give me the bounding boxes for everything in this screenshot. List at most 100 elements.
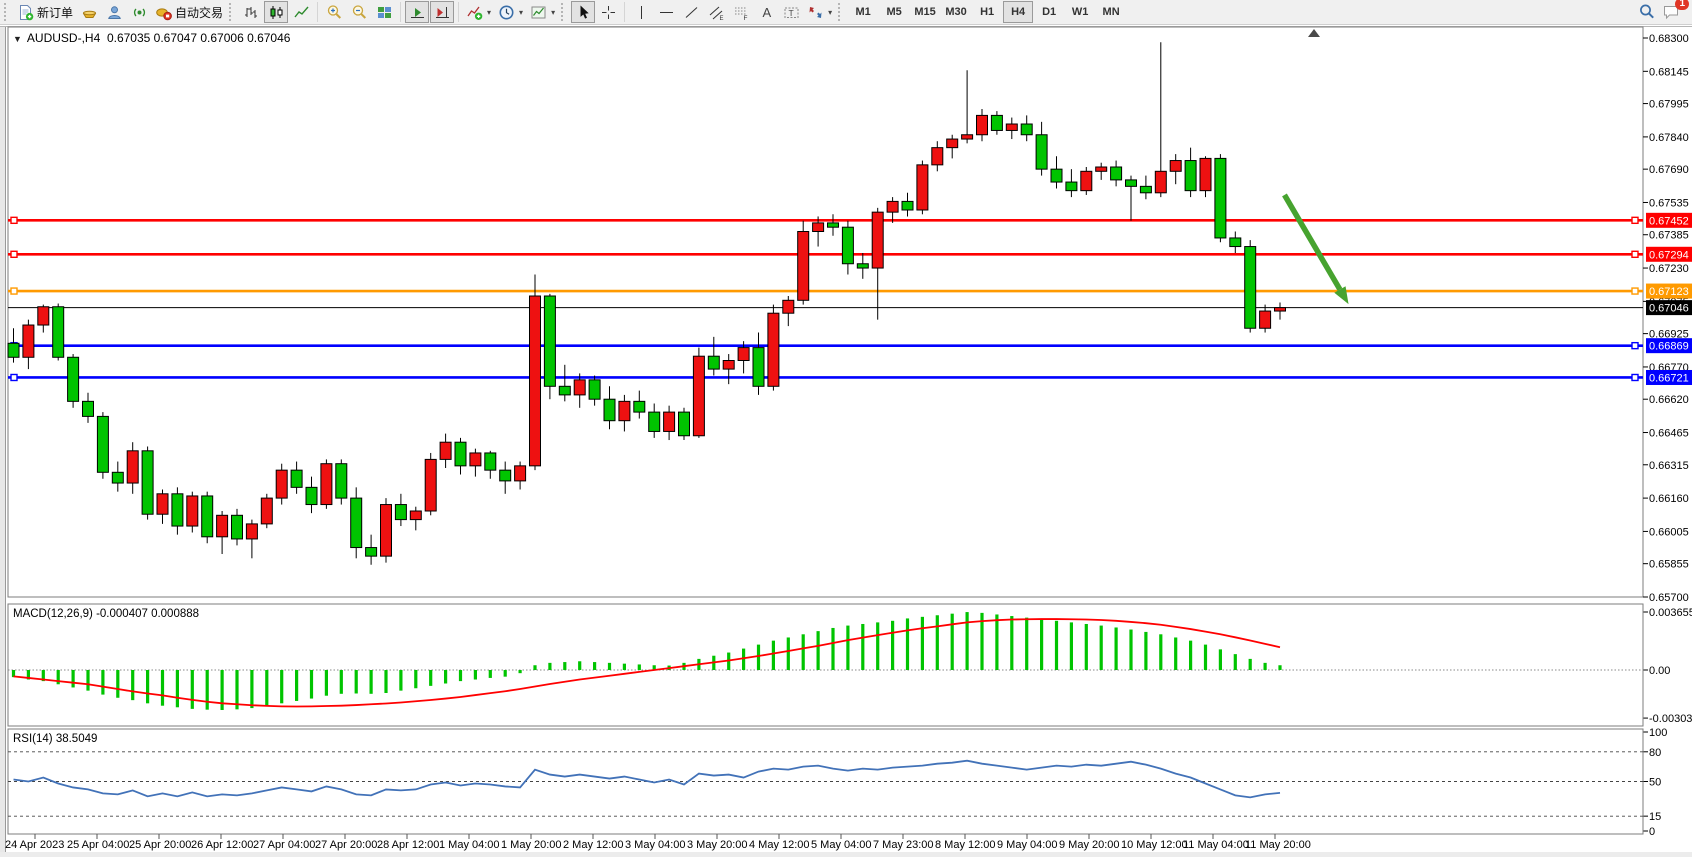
candle-body — [187, 496, 198, 526]
macd-tick-label: 0.003655 — [1649, 607, 1692, 619]
rsi-tick-label: 80 — [1649, 747, 1661, 759]
macd-panel[interactable]: MACD(12,26,9) -0.000407 0.000888 — [8, 604, 1643, 726]
candle-body — [381, 505, 392, 557]
candle-body — [455, 442, 466, 466]
candle-body — [947, 139, 958, 148]
line-anchor-right — [1632, 288, 1638, 294]
candle-body — [410, 511, 421, 520]
candle-body — [1230, 238, 1241, 247]
candle-body — [425, 459, 436, 511]
candle-body — [708, 356, 719, 369]
candle-body — [515, 466, 526, 481]
candle-body — [1215, 158, 1226, 238]
candle-body — [887, 201, 898, 212]
candle-body — [1036, 135, 1047, 169]
candle-body — [872, 212, 883, 268]
candle-body — [366, 548, 377, 557]
candle-body — [798, 232, 809, 301]
candle-body — [693, 356, 704, 436]
window-bottom-edge — [0, 852, 1692, 857]
candle-body — [53, 307, 64, 358]
candle-body — [1245, 247, 1256, 329]
time-label: 25 Apr 20:00 — [129, 839, 191, 851]
chart-symbol-period: AUDUSD-,H4 — [27, 31, 100, 45]
candle-body — [813, 223, 824, 232]
time-label: 27 Apr 20:00 — [315, 839, 377, 851]
candle-body — [500, 470, 511, 481]
time-label: 11 May 20:00 — [1245, 839, 1311, 851]
candle-body — [589, 380, 600, 399]
candle-body — [917, 165, 928, 210]
chart-title: ▼ AUDUSD-,H4 0.67035 0.67047 0.67006 0.67… — [13, 31, 290, 45]
candle-body — [768, 313, 779, 386]
chart-ohlc-values: 0.67035 0.67047 0.67006 0.67046 — [107, 31, 291, 45]
chart-canvas[interactable]: 0.683000.681450.679950.678400.676900.675… — [0, 0, 1692, 857]
candle-body — [604, 399, 615, 421]
time-label: 3 May 04:00 — [625, 839, 686, 851]
time-label: 9 May 04:00 — [997, 839, 1058, 851]
candle-body — [559, 386, 570, 395]
time-label: 2 May 12:00 — [563, 839, 624, 851]
price-line-label: 0.67452 — [1649, 215, 1689, 227]
candle-body — [1111, 167, 1122, 180]
candle-body — [306, 487, 317, 504]
candle-body — [395, 505, 406, 520]
time-label: 3 May 20:00 — [687, 839, 748, 851]
candle-body — [217, 515, 228, 537]
candle-body — [1200, 158, 1211, 190]
candle-body — [723, 361, 734, 370]
line-anchor-right — [1632, 217, 1638, 223]
candle-body — [485, 453, 496, 470]
rsi-panel[interactable]: RSI(14) 38.5049 — [8, 729, 1643, 834]
macd-tick-label: 0.00 — [1649, 665, 1670, 677]
candle-body — [530, 296, 541, 466]
time-label: 4 May 12:00 — [749, 839, 810, 851]
line-anchor-left — [11, 217, 17, 223]
time-label: 1 May 20:00 — [501, 839, 562, 851]
line-anchor-left — [11, 288, 17, 294]
candle-body — [232, 515, 243, 539]
candle-body — [157, 494, 168, 514]
main-chart-panel[interactable] — [8, 27, 1643, 597]
candle-body — [857, 264, 868, 268]
macd-tick-label: -0.00303 — [1649, 713, 1692, 725]
candle-body — [634, 401, 645, 412]
candle-body — [1260, 311, 1271, 328]
time-label: 28 Apr 12:00 — [377, 839, 439, 851]
candle-body — [172, 494, 183, 526]
price-tick-label: 0.65700 — [1649, 592, 1689, 604]
candle-body — [470, 453, 481, 466]
price-tick-label: 0.68145 — [1649, 66, 1689, 78]
line-anchor-left — [11, 374, 17, 380]
candle-body — [842, 227, 853, 264]
candle-body — [962, 135, 973, 139]
time-label: 8 May 12:00 — [935, 839, 996, 851]
price-tick-label: 0.65855 — [1649, 559, 1689, 571]
line-anchor-right — [1632, 251, 1638, 257]
price-tick-label: 0.67385 — [1649, 230, 1689, 242]
candle-body — [1096, 167, 1107, 171]
rsi-tick-label: 50 — [1649, 777, 1661, 789]
candle-body — [68, 357, 79, 401]
candle-body — [202, 496, 213, 537]
price-line-label: 0.66869 — [1649, 341, 1689, 353]
time-label: 25 Apr 04:00 — [67, 839, 129, 851]
window-left-edge — [0, 26, 5, 857]
time-label: 1 May 04:00 — [439, 839, 500, 851]
price-tick-label: 0.68300 — [1649, 33, 1689, 45]
price-tick-label: 0.67840 — [1649, 132, 1689, 144]
candle-body — [828, 223, 839, 227]
candle-body — [336, 464, 347, 498]
candle-body — [112, 472, 123, 483]
price-tick-label: 0.66005 — [1649, 526, 1689, 538]
candle-body — [664, 412, 675, 431]
candle-body — [991, 115, 1002, 130]
candle-body — [977, 115, 988, 134]
price-line-label: 0.67123 — [1649, 286, 1689, 298]
candle-body — [1066, 182, 1077, 191]
price-tick-label: 0.67690 — [1649, 164, 1689, 176]
chevron-down-icon[interactable]: ▼ — [13, 34, 22, 44]
time-label: 27 Apr 04:00 — [253, 839, 315, 851]
candle-body — [649, 412, 660, 431]
candle-body — [8, 343, 19, 357]
